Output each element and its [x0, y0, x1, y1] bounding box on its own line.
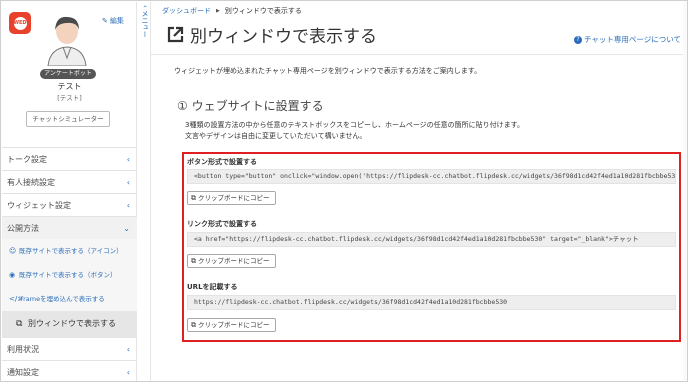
copy-url-button[interactable]: ⧉ クリップボードにコピー	[187, 318, 276, 332]
button-embed-code-field[interactable]: <button type="button" onclick="window.op…	[187, 169, 676, 184]
link-embed-label: リンク形式で設置する	[187, 220, 257, 228]
url-embed-label: URLを記載する	[187, 283, 238, 291]
breadcrumb: ダッシュボード ▶ 別ウィンドウで表示する	[162, 6, 302, 16]
section-description-note: 文言やデザインは自由に変更していただいて構いません。	[185, 132, 367, 140]
sidebar-item-publish-method[interactable]: 公開方法 ⌄	[2, 216, 137, 239]
external-link-icon	[167, 26, 184, 43]
edit-link[interactable]: ✎ 編集	[102, 16, 124, 26]
chevron-left-icon: ‹	[126, 345, 130, 354]
page-scrollbar[interactable]	[683, 2, 687, 381]
embed-methods-panel: ボタン形式で設置する <button type="button" onclick…	[182, 152, 681, 342]
sidebar-item-usage[interactable]: 利用状況 ‹	[2, 337, 137, 360]
sidebar-nav: トーク設定 ‹ 有人接続設定 ‹ ウィジェット設定 ‹ 公開方法 ⌄ ☺ 既存サイトで表示…	[2, 147, 137, 382]
sidebar-subitem-separate-window[interactable]: ⧉ 別ウィンドウで表示する	[2, 311, 137, 337]
sidebar: WED ✎ 編集 アンケートボット テスト [テスト] チャットシミュレーター ト…	[2, 2, 137, 381]
copy-icon: ⧉	[191, 321, 196, 329]
menu-toggle[interactable]: ‹ メニュー	[138, 2, 151, 381]
sidebar-item-notifications[interactable]: 通知設定 ‹	[2, 360, 137, 382]
breadcrumb-separator-icon: ▶	[216, 8, 220, 14]
sidebar-item-operator-settings[interactable]: 有人接続設定 ‹	[2, 170, 137, 193]
user-name: テスト	[57, 82, 82, 91]
link-embed-code-field[interactable]: <a href="https://flipdesk-cc.chatbot.fli…	[187, 232, 676, 247]
sidebar-subitem-icon-display[interactable]: ☺ 既存サイトで表示する（アイコン）	[2, 239, 137, 263]
section-description: 3種類の設置方法の中から任意のテキストボックスをコピーし、ホームページの任意の箇…	[185, 121, 524, 129]
chevron-left-icon: ‹	[126, 368, 130, 377]
avatar	[44, 12, 90, 67]
page-title: 別ウィンドウで表示する	[167, 22, 377, 47]
breadcrumb-dashboard[interactable]: ダッシュボード	[162, 6, 211, 16]
chevron-left-icon: ‹	[126, 178, 130, 187]
external-link-icon: ⧉	[16, 319, 23, 329]
question-icon: ?	[573, 35, 582, 44]
intro-text: ウィジェットが埋め込まれたチャット専用ページを別ウィンドウで表示する方法をご案内…	[174, 67, 482, 75]
pencil-icon: ✎	[102, 17, 108, 25]
divider	[151, 54, 687, 55]
sidebar-subitem-button-display[interactable]: ◉ 既存サイトで表示する（ボタン）	[2, 263, 137, 287]
sidebar-item-widget-settings[interactable]: ウィジェット設定 ‹	[2, 193, 137, 216]
copy-button-embed-button[interactable]: ⧉ クリップボードにコピー	[187, 191, 276, 205]
button-embed-label: ボタン形式で設置する	[187, 158, 257, 166]
menu-toggle-label: ‹ メニュー	[141, 5, 149, 39]
copy-link-embed-button[interactable]: ⧉ クリップボードにコピー	[187, 254, 276, 268]
chevron-left-icon: ‹	[126, 155, 130, 164]
breadcrumb-current: 別ウィンドウで表示する	[224, 7, 302, 15]
chat-simulator-button[interactable]: チャットシミュレーター	[26, 111, 110, 127]
radio-icon: ◉	[9, 271, 16, 279]
main-content: ダッシュボード ▶ 別ウィンドウで表示する 別ウィンドウで表示する ? チャット専…	[151, 2, 687, 381]
copy-icon: ⧉	[191, 194, 196, 202]
sidebar-subitem-iframe[interactable]: </> iframeを埋め込んで表示する	[2, 287, 137, 311]
sidebar-item-talk-settings[interactable]: トーク設定 ‹	[2, 147, 137, 170]
smile-icon: ☺	[9, 247, 17, 255]
chat-page-help-link[interactable]: ? チャット専用ページについて	[573, 34, 681, 45]
chevron-left-icon: ‹	[126, 201, 130, 210]
role-badge: アンケートボット	[40, 69, 96, 79]
section-title: ① ウェブサイトに設置する	[177, 99, 324, 113]
chevron-down-icon: ⌄	[123, 224, 130, 233]
user-subtitle: [テスト]	[57, 94, 82, 102]
url-embed-code-field[interactable]: https://flipdesk-cc.chatbot.flipdesk.cc/…	[187, 295, 676, 310]
code-icon: </>	[9, 295, 24, 303]
app-logo[interactable]: WED	[9, 12, 31, 34]
copy-icon: ⧉	[191, 257, 196, 265]
